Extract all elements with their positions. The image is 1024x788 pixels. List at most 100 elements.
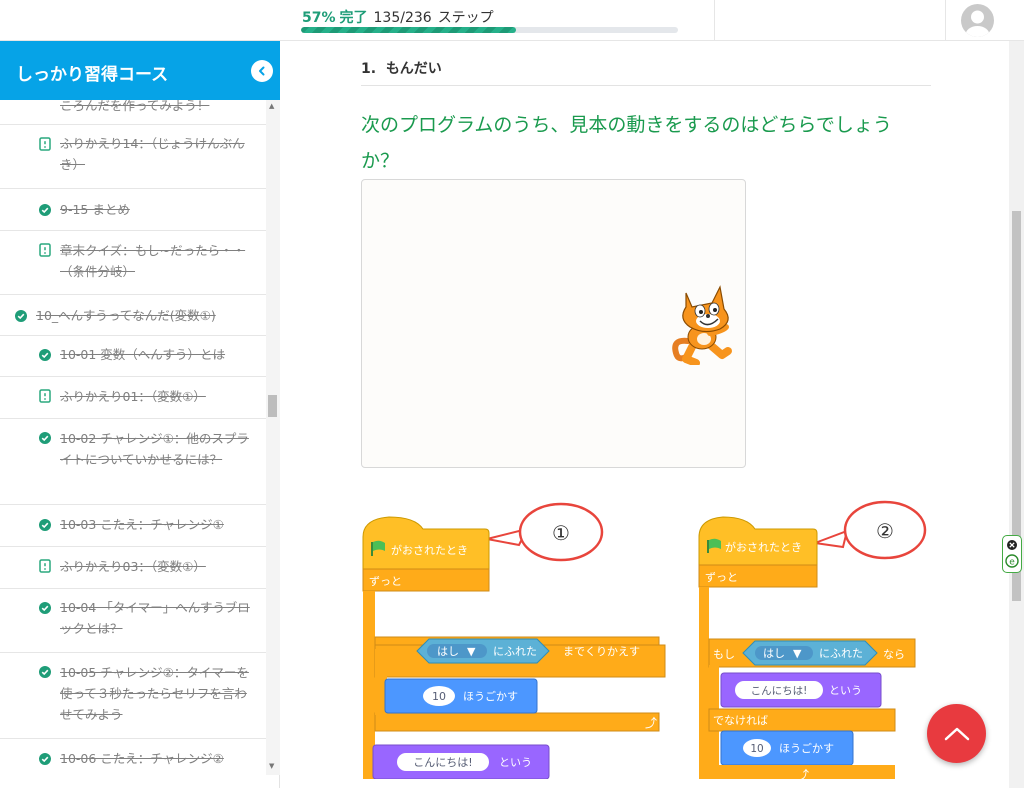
scroll-up-arrow-icon[interactable]: ▲ bbox=[269, 102, 274, 110]
question-number: 1. bbox=[361, 61, 377, 77]
user-avatar-icon[interactable] bbox=[961, 4, 994, 37]
sidebar-scrollbar[interactable]: ▲ ▼ bbox=[266, 100, 280, 775]
sensing-block: はし ▼ にふれた bbox=[742, 640, 878, 666]
lesson-label: ふりかえり14：（じょうけんぶんき） bbox=[60, 136, 245, 172]
chevron-down-icon: ▼ bbox=[793, 647, 802, 660]
lesson-item[interactable]: 9-15 まとめ bbox=[0, 189, 266, 231]
program-2-say-label: という bbox=[829, 684, 862, 697]
quiz-icon bbox=[39, 559, 51, 573]
lesson-label: 10-03 こたえ：チャレンジ① bbox=[60, 517, 224, 532]
lesson-label: 9-15 まとめ bbox=[60, 202, 130, 217]
loop-arrow-icon: ⤴ bbox=[797, 767, 809, 779]
program-2-steps: 10 bbox=[750, 743, 763, 755]
program-2-callout: ② bbox=[876, 519, 894, 543]
chevron-up-icon bbox=[944, 727, 969, 740]
check-icon bbox=[39, 519, 51, 531]
program-1-hat-label: がおされたとき bbox=[391, 543, 468, 557]
program-2-if-label: もし bbox=[713, 648, 735, 661]
lesson-label: 10-05 チャレンジ②：タイマーを使って３秒たったらセリフを言わせてみよう bbox=[60, 665, 249, 722]
program-2-say-text: こんにちは! bbox=[751, 685, 808, 697]
question-number-heading: 1. もんだい bbox=[361, 58, 442, 78]
quiz-icon bbox=[39, 243, 51, 257]
program-2-else-label: でなければ bbox=[713, 714, 768, 727]
section-item[interactable]: 10_へんすうってなんだ(変数①) bbox=[0, 295, 266, 336]
chevron-down-icon: ▼ bbox=[467, 645, 476, 658]
program-2-forever-label: ずっと bbox=[705, 571, 738, 584]
program-1-sensing-label: にふれた bbox=[493, 645, 537, 658]
progress-label: 57% 完了 135/236 ステップ bbox=[302, 7, 494, 27]
check-icon bbox=[39, 753, 51, 765]
heading-divider bbox=[361, 85, 931, 86]
check-icon bbox=[39, 602, 51, 614]
lesson-label: ふりかえり03：（変数①） bbox=[60, 559, 206, 574]
lesson-label: ころんだを作ってみよう！ bbox=[60, 100, 210, 113]
section-label: 10_へんすうってなんだ(変数①) bbox=[36, 308, 216, 323]
program-1-sensing-target: はし bbox=[437, 645, 459, 658]
topbar-divider bbox=[945, 0, 946, 41]
lesson-label: 10-01 変数（へんすう）とは bbox=[60, 347, 226, 362]
program-1-callout: ① bbox=[552, 521, 570, 545]
lesson-item[interactable]: ふりかえり01：（変数①） bbox=[0, 377, 266, 419]
svg-text:e: e bbox=[1009, 558, 1015, 568]
lesson-label: 10-06 こたえ：チャレンジ② bbox=[60, 751, 224, 766]
lesson-item[interactable]: 10-01 変数（へんすう）とは bbox=[0, 336, 266, 377]
progress-bar bbox=[301, 27, 678, 33]
side-widget[interactable]: e bbox=[1002, 535, 1022, 573]
check-icon bbox=[39, 666, 51, 678]
lesson-label: ふりかえり01：（変数①） bbox=[60, 389, 206, 404]
program-1-move-label: ほうごかす bbox=[463, 689, 518, 703]
scratch-cat-sprite bbox=[672, 285, 732, 365]
topbar-divider bbox=[714, 0, 715, 41]
check-icon bbox=[39, 204, 51, 216]
lesson-list: ころんだを作ってみよう！ ふりかえり14：（じょうけんぶんき） 9-15 まとめ… bbox=[0, 100, 266, 775]
program-2-hat-label: がおされたとき bbox=[725, 540, 802, 554]
course-sidebar: しっかり習得コース ころんだを作ってみよう！ ふりかえり14：（じょうけんぶんき… bbox=[0, 41, 280, 788]
sensing-block: はし ▼ にふれた bbox=[416, 638, 550, 664]
collapse-sidebar-button[interactable] bbox=[251, 60, 273, 82]
sidebar-scrollbar-thumb[interactable] bbox=[268, 395, 277, 417]
lesson-label: 10-02 チャレンジ①：他のスプライトについていかせるには？ bbox=[60, 431, 249, 467]
program-1-steps: 10 bbox=[432, 690, 446, 703]
program-1-say-label: という bbox=[499, 756, 532, 769]
program-1-loop-label: までくりかえす bbox=[563, 645, 640, 658]
program-2-sensing-target: はし bbox=[763, 647, 785, 660]
progress-count: 135/236 bbox=[373, 10, 432, 26]
page-scrollbar[interactable] bbox=[1009, 41, 1024, 788]
progress-unit: ステップ bbox=[437, 10, 494, 26]
check-icon bbox=[39, 349, 51, 361]
lesson-item[interactable]: ふりかえり03：（変数①） bbox=[0, 547, 266, 589]
lesson-item[interactable]: 10-04 「タイマー」へんすうブロックとは？ bbox=[0, 589, 266, 653]
scroll-to-top-button[interactable] bbox=[927, 704, 986, 763]
lesson-item[interactable]: ころんだを作ってみよう！ bbox=[0, 100, 266, 125]
program-2: ② がおされたとき ずっと もし はし ▼ にふれた なら こんにちは! という… bbox=[698, 500, 927, 779]
progress-done-label: 完了 bbox=[339, 10, 368, 26]
sample-stage bbox=[361, 179, 746, 468]
sidebar-header: しっかり習得コース bbox=[0, 41, 280, 100]
lesson-label: 10-04 「タイマー」へんすうブロックとは？ bbox=[60, 600, 250, 636]
question-text: 次のプログラムのうち、見本の動きをするのはどちらでしょうか？ bbox=[361, 114, 892, 172]
progress-bar-fill bbox=[301, 27, 516, 33]
lesson-item[interactable]: 章末クイズ：もし~だったら・・（条件分岐） bbox=[0, 231, 266, 295]
progress-percent: 57% bbox=[302, 10, 336, 26]
scroll-down-arrow-icon[interactable]: ▼ bbox=[269, 762, 274, 770]
quiz-icon bbox=[39, 389, 51, 403]
lesson-item[interactable]: 10-05 チャレンジ②：タイマーを使って３秒たったらセリフを言わせてみよう bbox=[0, 653, 266, 739]
check-icon bbox=[15, 310, 27, 322]
program-1-forever-label: ずっと bbox=[369, 575, 402, 588]
program-1-say-text: こんにちは! bbox=[413, 756, 472, 769]
sidebar-title: しっかり習得コース bbox=[16, 65, 169, 85]
lesson-item[interactable]: ふりかえり14：（じょうけんぶんき） bbox=[0, 125, 266, 189]
lesson-content: 1. もんだい 次のプログラムのうち、見本の動きをするのはどちらでしょうか？ ①… bbox=[281, 41, 1009, 788]
lesson-item[interactable]: 10-03 こたえ：チャレンジ① bbox=[0, 505, 266, 547]
chevron-left-icon bbox=[259, 66, 265, 76]
check-icon bbox=[39, 432, 51, 444]
question-heading: もんだい bbox=[385, 61, 442, 77]
lesson-label: 章末クイズ：もし~だったら・・（条件分岐） bbox=[60, 243, 246, 279]
program-1: ① がおされたとき ずっと はし ▼ にふれた までくりかえす 10 ほうごかす bbox=[362, 502, 666, 779]
lesson-item[interactable]: 10-06 こたえ：チャレンジ② bbox=[0, 739, 266, 775]
program-2-move-label: ほうごかす bbox=[779, 741, 834, 755]
loop-arrow-icon: ⤴ bbox=[645, 715, 657, 730]
lesson-item[interactable]: 10-02 チャレンジ①：他のスプライトについていかせるには？ bbox=[0, 419, 266, 505]
program-2-sensing-label: にふれた bbox=[819, 647, 863, 660]
quiz-icon bbox=[39, 137, 51, 151]
